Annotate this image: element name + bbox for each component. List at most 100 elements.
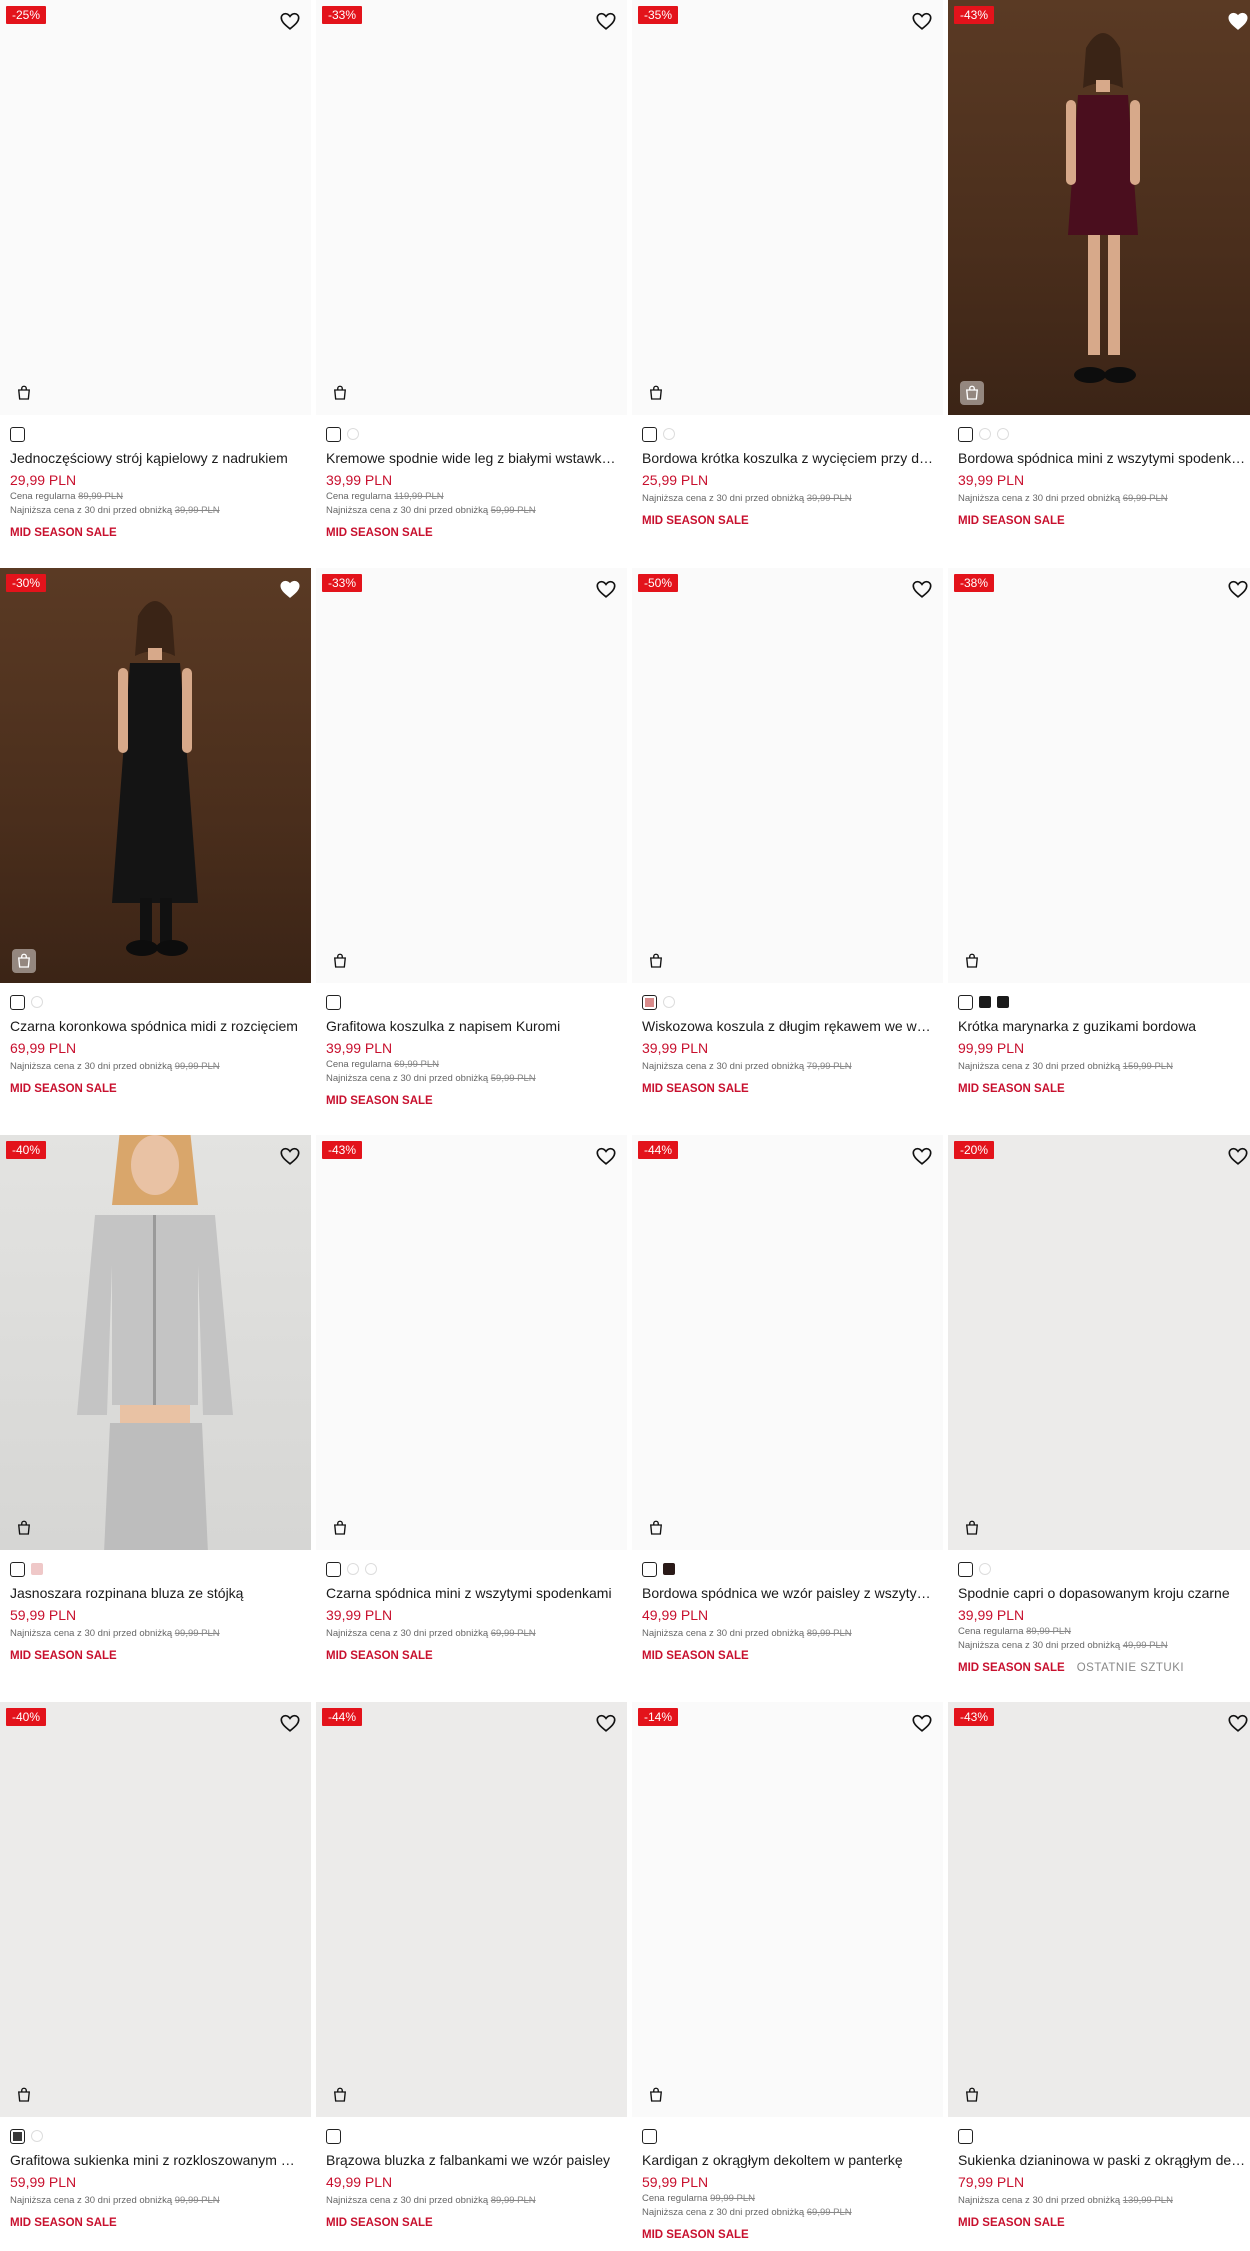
product-image[interactable]: -25% bbox=[0, 0, 311, 415]
product-title[interactable]: Krótka marynarka z guzikami bordowa bbox=[958, 1018, 1249, 1034]
product-card[interactable]: -14% Kardigan z okrągłym dekoltem w pante… bbox=[632, 1702, 943, 2241]
color-swatch[interactable] bbox=[979, 1563, 991, 1575]
heart-icon[interactable] bbox=[279, 1145, 301, 1167]
heart-icon[interactable] bbox=[279, 578, 301, 600]
shopping-bag-icon[interactable] bbox=[644, 1516, 668, 1540]
product-card[interactable]: -30% Czarna koronkowa spódnica midi z roz… bbox=[0, 568, 311, 1095]
shopping-bag-icon[interactable] bbox=[644, 381, 668, 405]
shopping-bag-icon[interactable] bbox=[960, 1516, 984, 1540]
product-title[interactable]: Spodnie capri o dopasowanym kroju czarne bbox=[958, 1585, 1249, 1601]
product-card[interactable]: -38% Krótka marynarka z guzikami bordowa 9… bbox=[948, 568, 1250, 1095]
product-card[interactable]: -50% Wiskozowa koszula z długim rękawem w… bbox=[632, 568, 943, 1095]
product-image[interactable]: -33% bbox=[316, 0, 627, 415]
product-title[interactable]: Czarna spódnica mini z wszytymi spodenka… bbox=[326, 1585, 617, 1601]
color-swatch[interactable] bbox=[979, 428, 991, 440]
color-swatch[interactable] bbox=[10, 1561, 25, 1577]
heart-icon[interactable] bbox=[595, 1712, 617, 1734]
product-title[interactable]: Brązowa bluzka z falbankami we wzór pais… bbox=[326, 2152, 617, 2168]
product-title[interactable]: Jasnoszara rozpinana bluza ze stójką bbox=[10, 1585, 301, 1601]
color-swatch[interactable] bbox=[663, 996, 675, 1008]
product-title[interactable]: Grafitowa koszulka z napisem Kuromi bbox=[326, 1018, 617, 1034]
shopping-bag-icon[interactable] bbox=[644, 2083, 668, 2107]
shopping-bag-icon[interactable] bbox=[328, 949, 352, 973]
shopping-bag-icon[interactable] bbox=[328, 381, 352, 405]
product-card[interactable]: -25% Jednoczęściowy strój kąpielowy z nad… bbox=[0, 0, 311, 539]
product-card[interactable]: -44% Brązowa bluzka z falbankami we wzór … bbox=[316, 1702, 627, 2229]
product-title[interactable]: Wiskozowa koszula z długim rękawem we wz… bbox=[642, 1018, 933, 1034]
product-image[interactable]: -33% bbox=[316, 568, 627, 983]
shopping-bag-icon[interactable] bbox=[12, 2083, 36, 2107]
product-image[interactable]: -14% bbox=[632, 1702, 943, 2117]
product-title[interactable]: Bordowa spódnica we wzór paisley z wszyt… bbox=[642, 1585, 933, 1601]
shopping-bag-icon[interactable] bbox=[328, 2083, 352, 2107]
product-image[interactable]: -38% bbox=[948, 568, 1250, 983]
color-swatch[interactable] bbox=[642, 994, 657, 1010]
shopping-bag-icon[interactable] bbox=[328, 1516, 352, 1540]
color-swatch[interactable] bbox=[326, 2128, 341, 2144]
color-swatch[interactable] bbox=[642, 2128, 657, 2144]
heart-icon[interactable] bbox=[911, 578, 933, 600]
color-swatch[interactable] bbox=[326, 426, 341, 442]
product-title[interactable]: Kardigan z okrągłym dekoltem w panterkę bbox=[642, 2152, 933, 2168]
shopping-bag-icon[interactable] bbox=[12, 949, 36, 973]
color-swatch[interactable] bbox=[958, 994, 973, 1010]
shopping-bag-icon[interactable] bbox=[960, 381, 984, 405]
color-swatch[interactable] bbox=[326, 994, 341, 1010]
product-title[interactable]: Kremowe spodnie wide leg z białymi wstaw… bbox=[326, 450, 617, 466]
shopping-bag-icon[interactable] bbox=[12, 1516, 36, 1540]
product-card[interactable]: -44% Bordowa spódnica we wzór paisley z w… bbox=[632, 1135, 943, 1662]
color-swatch[interactable] bbox=[347, 428, 359, 440]
product-card[interactable]: -40% Grafitowa sukienka mini z rozkloszow… bbox=[0, 1702, 311, 2229]
heart-icon[interactable] bbox=[911, 10, 933, 32]
color-swatch[interactable] bbox=[31, 2130, 43, 2142]
heart-icon[interactable] bbox=[279, 10, 301, 32]
color-swatch[interactable] bbox=[31, 996, 43, 1008]
product-image[interactable]: -35% bbox=[632, 0, 943, 415]
product-image[interactable]: -20% bbox=[948, 1135, 1250, 1550]
product-title[interactable]: Grafitowa sukienka mini z rozkloszowanym… bbox=[10, 2152, 301, 2168]
color-swatch[interactable] bbox=[997, 996, 1009, 1008]
product-title[interactable]: Jednoczęściowy strój kąpielowy z nadruki… bbox=[10, 450, 301, 466]
product-image[interactable]: -43% bbox=[316, 1135, 627, 1550]
product-card[interactable]: -33% Kremowe spodnie wide leg z białymi w… bbox=[316, 0, 627, 539]
color-swatch[interactable] bbox=[997, 428, 1009, 440]
heart-icon[interactable] bbox=[279, 1712, 301, 1734]
color-swatch[interactable] bbox=[10, 994, 25, 1010]
product-card[interactable]: -43% Sukienka dzianinowa w paski z okrągł… bbox=[948, 1702, 1250, 2229]
product-title[interactable]: Czarna koronkowa spódnica midi z rozcięc… bbox=[10, 1018, 301, 1034]
product-image[interactable]: -44% bbox=[316, 1702, 627, 2117]
color-swatch[interactable] bbox=[326, 1561, 341, 1577]
product-card[interactable]: -43% Bordowa spódnica mini z wszytymi spo… bbox=[948, 0, 1250, 527]
heart-icon[interactable] bbox=[1227, 1145, 1249, 1167]
color-swatch[interactable] bbox=[642, 1561, 657, 1577]
color-swatch[interactable] bbox=[958, 426, 973, 442]
heart-icon[interactable] bbox=[911, 1145, 933, 1167]
product-title[interactable]: Bordowa spódnica mini z wszytymi spodenk… bbox=[958, 450, 1249, 466]
heart-icon[interactable] bbox=[1227, 1712, 1249, 1734]
color-swatch[interactable] bbox=[958, 1561, 973, 1577]
heart-icon[interactable] bbox=[1227, 10, 1249, 32]
heart-icon[interactable] bbox=[595, 1145, 617, 1167]
product-image[interactable]: -40% bbox=[0, 1702, 311, 2117]
shopping-bag-icon[interactable] bbox=[960, 949, 984, 973]
color-swatch[interactable] bbox=[10, 426, 25, 442]
product-image[interactable]: -43% bbox=[948, 1702, 1250, 2117]
heart-icon[interactable] bbox=[911, 1712, 933, 1734]
product-card[interactable]: -35% Bordowa krótka koszulka z wycięciem … bbox=[632, 0, 943, 527]
product-card[interactable]: -40% Jasnoszara rozpinana bluza ze stójką… bbox=[0, 1135, 311, 1662]
product-card[interactable]: -43% Czarna spódnica mini z wszytymi spod… bbox=[316, 1135, 627, 1662]
shopping-bag-icon[interactable] bbox=[12, 381, 36, 405]
color-swatch[interactable] bbox=[663, 1563, 675, 1575]
product-card[interactable]: -33% Grafitowa koszulka z napisem Kuromi 3… bbox=[316, 568, 627, 1107]
product-image[interactable]: -40% bbox=[0, 1135, 311, 1550]
product-title[interactable]: Sukienka dzianinowa w paski z okrągłym d… bbox=[958, 2152, 1249, 2168]
color-swatch[interactable] bbox=[31, 1563, 43, 1575]
heart-icon[interactable] bbox=[595, 10, 617, 32]
heart-icon[interactable] bbox=[1227, 578, 1249, 600]
product-card[interactable]: -20% Spodnie capri o dopasowanym kroju cz… bbox=[948, 1135, 1250, 1674]
color-swatch[interactable] bbox=[663, 428, 675, 440]
color-swatch[interactable] bbox=[979, 996, 991, 1008]
color-swatch[interactable] bbox=[958, 2128, 973, 2144]
product-image[interactable]: -50% bbox=[632, 568, 943, 983]
heart-icon[interactable] bbox=[595, 578, 617, 600]
